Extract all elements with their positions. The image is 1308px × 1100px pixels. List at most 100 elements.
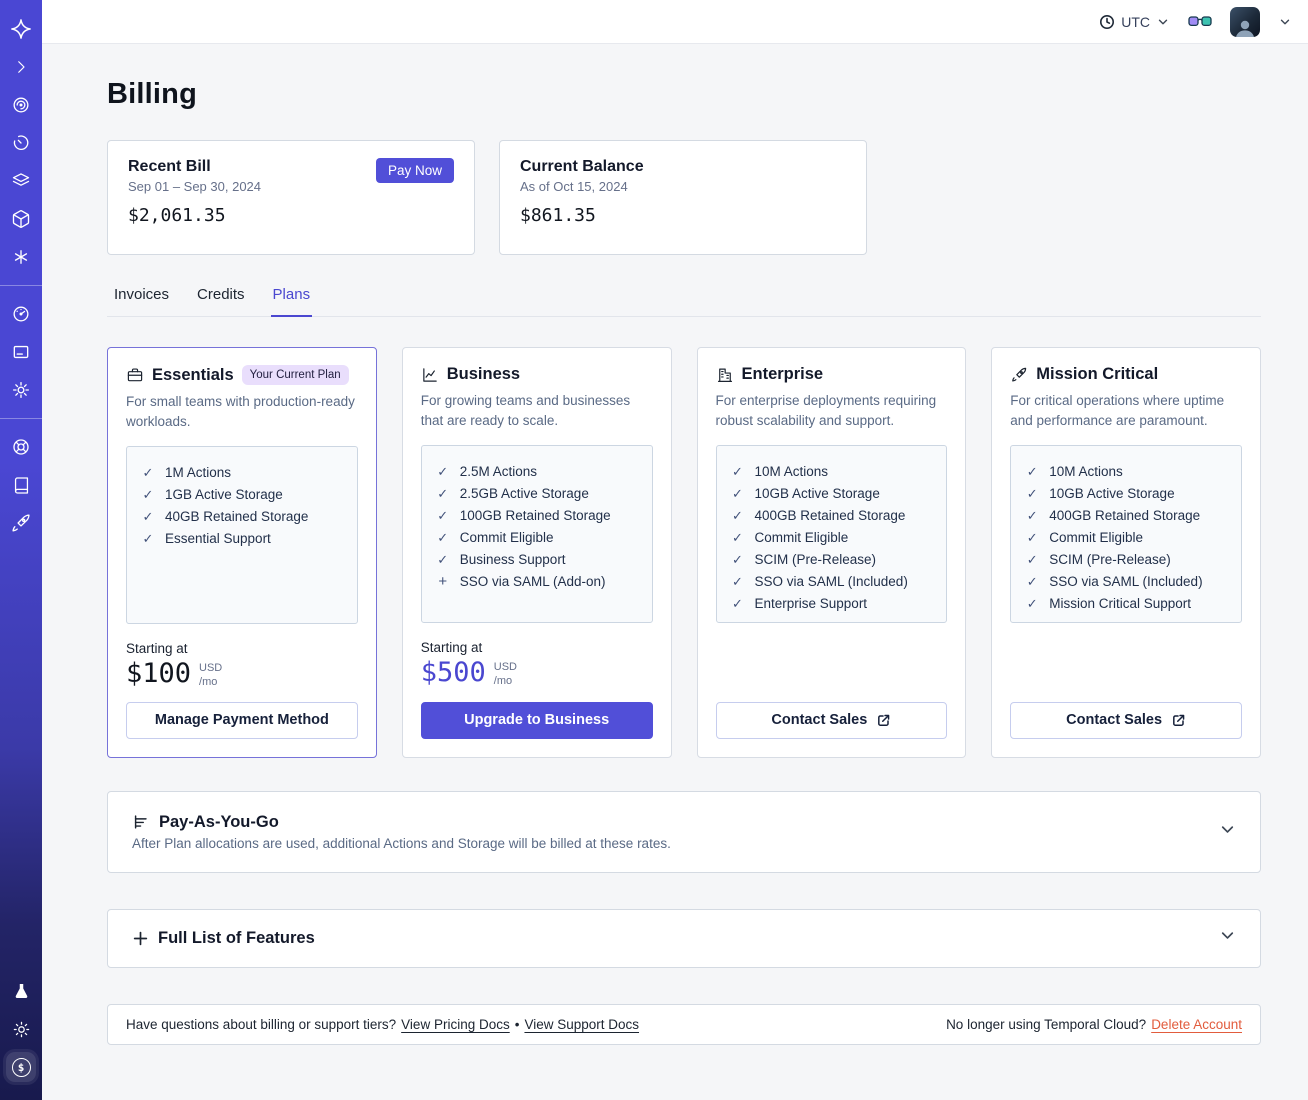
- check-icon: ✓: [732, 529, 743, 545]
- plan-description: For critical operations where uptime and…: [1010, 393, 1225, 428]
- plan-description: For growing teams and businesses that ar…: [420, 393, 631, 428]
- layers-icon[interactable]: [6, 166, 36, 196]
- check-icon: ✓: [1026, 529, 1038, 545]
- deployments-cube-icon[interactable]: [6, 204, 36, 234]
- payg-title: Pay-As-You-Go: [159, 812, 279, 831]
- plan-feature-label: SSO via SAML (Add-on): [459, 573, 606, 589]
- plan-feature-item: ✓ Commit Eligible: [731, 527, 933, 549]
- chevron-down-icon[interactable]: [1219, 927, 1236, 949]
- recent-bill-card: Recent Bill Sep 01 – Sep 30, 2024 Pay No…: [107, 140, 475, 255]
- plan-price: $500: [420, 656, 486, 688]
- plan-feature-label: Essential Support: [165, 530, 271, 546]
- plan-price: $100: [126, 657, 192, 689]
- plan-per: /mo: [493, 675, 513, 688]
- current-balance-asof: As of Oct 15, 2024: [520, 179, 628, 194]
- plan-feature-item: ✓ SCIM (Pre-Release): [731, 549, 933, 571]
- tab-credits[interactable]: Credits: [195, 280, 247, 317]
- plan-feature-label: Business Support: [459, 551, 566, 567]
- footer-question: Have questions about billing or support …: [126, 1016, 397, 1032]
- check-icon: ✓: [1026, 573, 1038, 589]
- plan-description: For small teams with production-ready wo…: [126, 394, 355, 429]
- plans-row: Essentials Your Current Plan For small t…: [107, 347, 1261, 758]
- labs-flask-icon[interactable]: [6, 976, 36, 1006]
- plan-name: Business: [446, 365, 521, 383]
- tab-plans[interactable]: Plans: [270, 280, 313, 317]
- plan-per: /mo: [199, 676, 218, 689]
- plan-feature-item: ✓ 40GB Retained Storage: [141, 506, 343, 528]
- plan-feature-item: ✓ Essential Support: [141, 528, 343, 550]
- manage-payment-method-button[interactable]: Manage Payment Method: [126, 701, 358, 739]
- sidebar: $: [0, 0, 42, 1100]
- chevron-down-icon[interactable]: [1219, 821, 1236, 843]
- plan-feature-label: 10GB Active Storage: [1049, 485, 1175, 501]
- schedules-icon[interactable]: [6, 128, 36, 158]
- external-link-icon: [876, 713, 891, 728]
- plan-feature-list: ✓ 10M Actions ✓ 10GB Active Storage ✓ 400GB R…: [1010, 444, 1242, 623]
- buildings-icon: [716, 366, 734, 384]
- plan-description: For enterprise deployments requiring rob…: [715, 393, 937, 428]
- namespaces-icon[interactable]: [6, 90, 36, 120]
- plan-feature-label: 400GB Retained Storage: [754, 507, 906, 523]
- plan-feature-label: 1M Actions: [165, 464, 232, 480]
- plan-feature-item: ✓ SSO via SAML (Included): [731, 571, 933, 593]
- clock-icon: [1099, 14, 1115, 30]
- plan-feature-label: 10M Actions: [1049, 463, 1123, 479]
- plan-currency: USD: [199, 661, 223, 674]
- check-icon: ✓: [437, 551, 449, 567]
- preview-glasses-icon[interactable]: [1188, 14, 1212, 29]
- plan-feature-label: Enterprise Support: [754, 595, 868, 611]
- current-balance-title: Current Balance: [520, 158, 644, 175]
- external-link-icon: [1171, 713, 1186, 728]
- settings-gear-icon[interactable]: [6, 375, 36, 405]
- full-features-section: Full List of Features: [107, 908, 1261, 968]
- plan-feature-item: ✓ 2.5GB Active Storage: [436, 483, 638, 505]
- contact-sales-button[interactable]: Contact Sales: [1010, 701, 1242, 739]
- plan-feature-list: ✓ 1M Actions ✓ 1GB Active Storage ✓ 40GB Reta…: [126, 445, 358, 624]
- nexus-asterisk-icon[interactable]: [6, 242, 36, 272]
- plan-feature-item: ✓ 400GB Retained Storage: [731, 505, 933, 527]
- current-balance-card: Current Balance As of Oct 15, 2024 $861.…: [499, 140, 867, 255]
- docs-book-icon[interactable]: [6, 470, 36, 500]
- account-menu-chevron-icon[interactable]: [1278, 15, 1292, 29]
- check-icon: ✓: [437, 463, 449, 479]
- upgrade-to-business-button[interactable]: Upgrade to Business: [420, 701, 653, 739]
- user-avatar[interactable]: [1230, 6, 1260, 37]
- horizontal-bar-chart-icon: [132, 813, 150, 831]
- plan-feature-item: ✓ Commit Eligible: [1025, 527, 1227, 549]
- line-chart-icon: [421, 366, 439, 384]
- billing-card-icon[interactable]: [6, 337, 36, 367]
- plan-feature-item: ✓ SCIM (Pre-Release): [1025, 549, 1227, 571]
- check-icon: ✓: [732, 573, 743, 589]
- support-lifebuoy-icon[interactable]: [6, 432, 36, 462]
- plan-feature-item: ✓ 1M Actions: [141, 462, 343, 484]
- plan-feature-label: 100GB Retained Storage: [459, 507, 611, 523]
- billing-coin-icon[interactable]: $: [6, 1052, 36, 1082]
- view-support-docs-link[interactable]: View Support Docs: [524, 1017, 639, 1032]
- plus-icon: +: [438, 572, 448, 590]
- delete-account-link[interactable]: Delete Account: [1151, 1017, 1242, 1032]
- sidebar-divider: [0, 285, 42, 286]
- pay-now-button[interactable]: Pay Now: [375, 158, 454, 183]
- check-icon: ✓: [142, 508, 154, 524]
- view-pricing-docs-link[interactable]: View Pricing Docs: [401, 1017, 510, 1032]
- plan-currency: USD: [493, 660, 518, 673]
- plan-feature-list: ✓ 2.5M Actions ✓ 2.5GB Active Storage ✓ 100GB…: [420, 444, 653, 623]
- check-icon: ✓: [437, 529, 449, 545]
- plan-feature-label: SCIM (Pre-Release): [1049, 551, 1171, 567]
- plan-feature-item: ✓ 400GB Retained Storage: [1025, 505, 1227, 527]
- plan-feature-item: ✓ 1GB Active Storage: [141, 484, 343, 506]
- check-icon: ✓: [732, 551, 743, 567]
- getting-started-rocket-icon[interactable]: [6, 508, 36, 538]
- sidebar-expand-icon[interactable]: [6, 52, 36, 82]
- check-icon: ✓: [1026, 595, 1038, 611]
- usage-gauge-icon[interactable]: [6, 299, 36, 329]
- plan-feature-label: 10GB Active Storage: [754, 485, 880, 501]
- theme-sun-icon[interactable]: [6, 1014, 36, 1044]
- tab-invoices[interactable]: Invoices: [112, 280, 171, 317]
- plan-feature-item: ✓ Enterprise Support: [731, 593, 933, 615]
- contact-sales-button[interactable]: Contact Sales: [715, 701, 948, 739]
- sidebar-divider: [0, 418, 42, 419]
- plan-feature-item: ✓ Mission Critical Support: [1025, 593, 1227, 615]
- timezone-selector[interactable]: UTC: [1099, 14, 1170, 30]
- temporal-logo-icon[interactable]: [6, 14, 36, 44]
